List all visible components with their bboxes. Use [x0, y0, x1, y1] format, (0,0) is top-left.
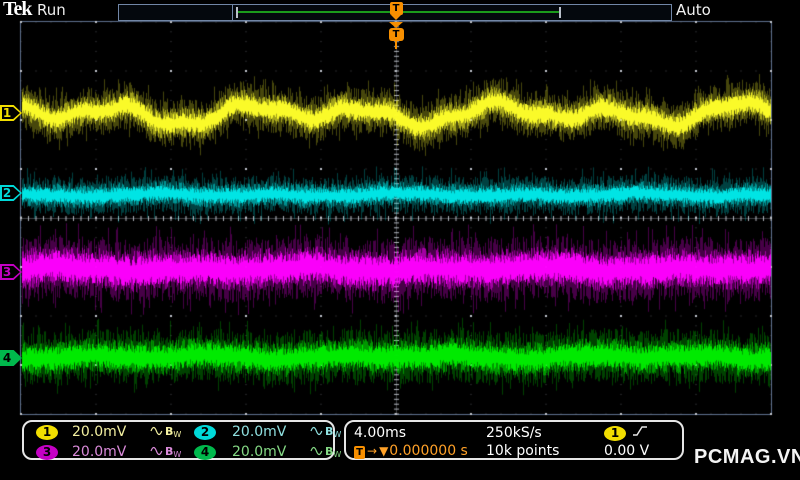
ch3-ground-marker[interactable]: 3 — [0, 264, 22, 280]
time-per-div[interactable]: 4.00ms — [354, 425, 486, 441]
window-end-cap — [559, 7, 561, 18]
trigger-position-bar-marker[interactable]: T — [389, 2, 403, 20]
ch4-marker-number: 4 — [2, 351, 12, 365]
trigger-t-icon: T — [389, 2, 403, 15]
ch2-badge[interactable]: 2 — [194, 424, 216, 440]
ch3-scale[interactable]: 20.0mV — [72, 444, 150, 460]
trigger-position-marker[interactable]: T — [388, 22, 404, 49]
ch2-marker-number: 2 — [2, 186, 12, 200]
tek-logo: Tek — [3, 0, 32, 20]
record-length: 10k points — [486, 443, 560, 459]
ch1-marker-number: 1 — [2, 106, 12, 120]
trigger-level[interactable]: 0.00 V — [604, 443, 682, 459]
ch1-ground-marker[interactable]: 1 — [0, 105, 22, 121]
sample-rate: 250kS/s — [486, 425, 542, 441]
oscilloscope-screen: Tek Run T Auto T 1 2 3 4 1 20.0mV BW 2 2… — [0, 0, 800, 480]
down-triangle-icon: ▼ — [379, 444, 389, 458]
pcmag-watermark: PCMAG.VN — [694, 446, 800, 468]
ch4-scale[interactable]: 20.0mV — [232, 444, 310, 460]
ch3-badge[interactable]: 3 — [36, 444, 58, 460]
trigger-t-icon: T — [388, 28, 404, 41]
ch1-scale[interactable]: 20.0mV — [72, 424, 150, 440]
record-view-left-cell — [119, 5, 233, 20]
ch4-badge[interactable]: 4 — [194, 444, 216, 460]
trigger-source-badge: 1 — [604, 425, 626, 441]
trigger-time-value: 0.000000 s — [389, 443, 468, 459]
waveform-display — [0, 0, 800, 480]
ch2-ground-marker[interactable]: 2 — [0, 185, 22, 201]
record-view-window — [233, 5, 671, 20]
right-arrow-icon: → — [367, 444, 378, 458]
ch3-marker-number: 3 — [2, 265, 12, 279]
channel-readout-box: 1 20.0mV BW 2 20.0mV BW 3 20.0mV BW 4 20… — [22, 420, 341, 460]
ch1-ac-coupling-bw-icon: BW — [150, 425, 194, 439]
horizontal-trigger-readout-box: 4.00ms 250kS/s 1 T → ▼0.000000 s 10k point… — [344, 420, 684, 460]
ch4-ground-marker[interactable]: 4 — [0, 350, 22, 366]
trigger-time-readout[interactable]: T → ▼0.000000 s — [354, 443, 486, 459]
rising-edge-icon — [632, 424, 648, 442]
trigger-mode-label: Auto — [676, 1, 711, 19]
trigger-stem — [395, 41, 397, 49]
ch3-ac-coupling-bw-icon: BW — [150, 445, 194, 459]
acquisition-status: Run — [37, 1, 66, 19]
trigger-t-icon: T — [354, 446, 365, 459]
ch1-badge[interactable]: 1 — [36, 424, 58, 440]
trigger-source-slope[interactable]: 1 — [604, 424, 682, 442]
down-arrow-icon — [391, 15, 401, 20]
ch2-scale[interactable]: 20.0mV — [232, 424, 310, 440]
